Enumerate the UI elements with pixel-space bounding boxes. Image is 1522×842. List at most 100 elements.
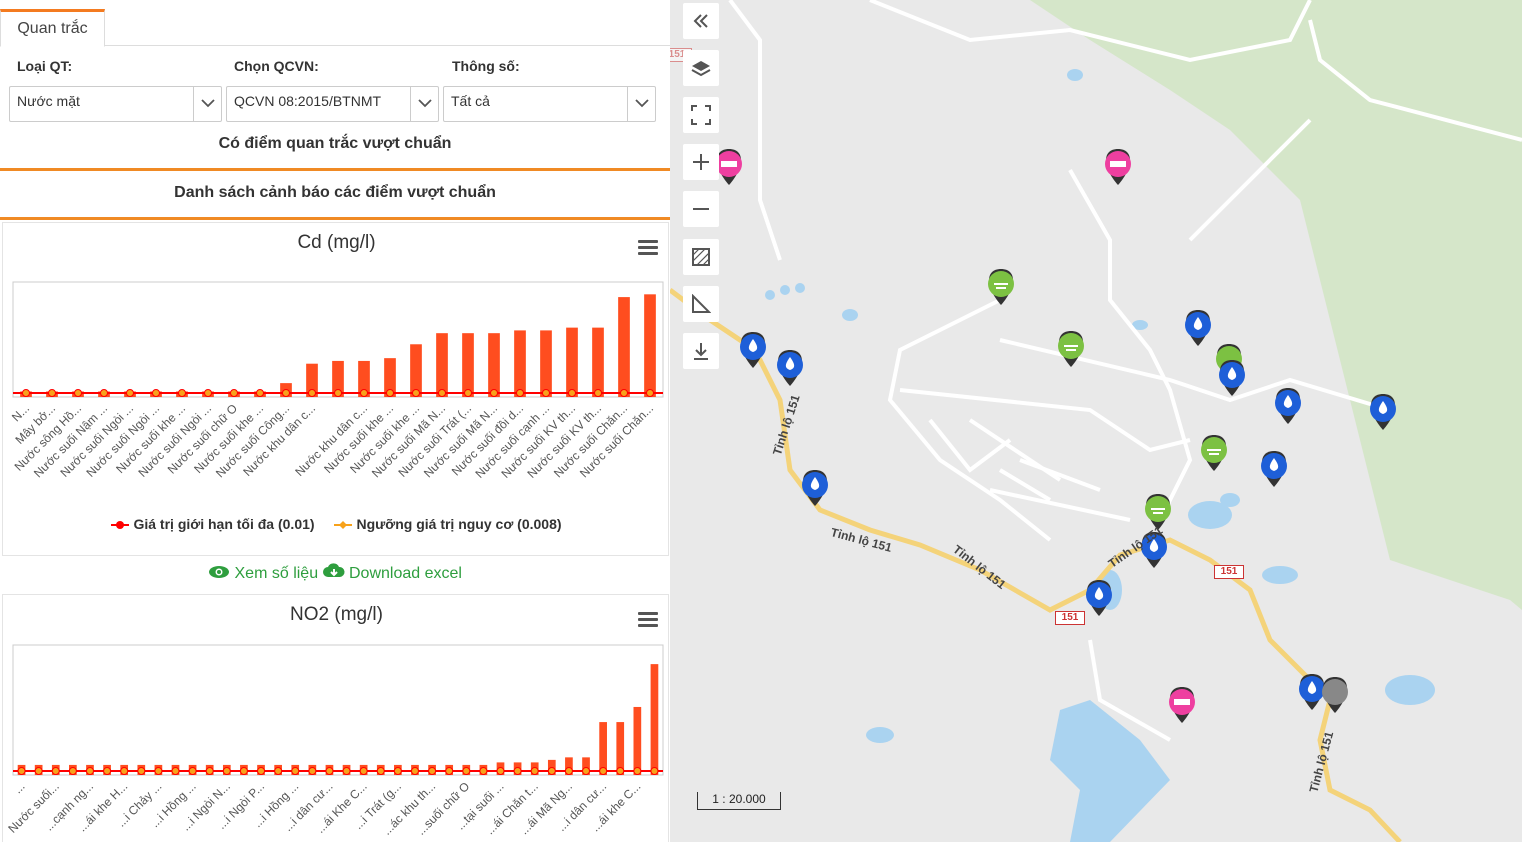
lake — [1262, 566, 1298, 584]
map-scale: 1 : 20.000 — [697, 792, 781, 810]
list-title: Danh sách cảnh báo các điểm vượt chuẩn — [174, 184, 496, 201]
measure-icon — [692, 294, 711, 313]
monitoring-markers[interactable] — [716, 149, 1396, 723]
select-area-button[interactable] — [683, 239, 719, 275]
legend-limit[interactable]: Giá trị giới hạn tối đa (0.01) — [111, 516, 315, 532]
co2-station-icon[interactable] — [716, 149, 742, 185]
limit-point — [22, 389, 30, 397]
limit-point — [204, 389, 212, 397]
chart-legend: Giá trị giới hạn tối đa (0.01) Ngưỡng gi… — [3, 516, 670, 532]
road-shield: 151 — [1055, 611, 1085, 625]
co2-station-icon[interactable] — [1105, 149, 1131, 185]
eye-icon — [209, 566, 230, 578]
tab-bar: Quan trắc — [0, 0, 670, 47]
water-station-icon[interactable] — [1275, 388, 1301, 424]
limit-point — [594, 389, 602, 397]
limit-point — [428, 767, 437, 775]
fullscreen-button[interactable] — [683, 97, 719, 133]
lake — [1220, 493, 1240, 507]
chart-bar — [540, 330, 552, 397]
divider — [0, 168, 670, 171]
lake — [1050, 700, 1170, 842]
legend-risk[interactable]: Ngưỡng giá trị nguy cơ (0.008) — [334, 516, 562, 532]
limit-point — [359, 767, 368, 775]
water-station-icon[interactable] — [1219, 360, 1245, 396]
cd-chart: Cd (mg/l) N... Mây bở... Nước sông Hồ... Nư… — [2, 222, 669, 556]
chart-bar — [633, 706, 642, 775]
chart-bar — [436, 333, 448, 397]
limit-point — [412, 389, 420, 397]
air-station-icon[interactable] — [1058, 331, 1084, 367]
limit-point — [257, 767, 266, 775]
limit-point — [410, 767, 419, 775]
air-station-icon[interactable] — [988, 269, 1014, 305]
water-station-icon[interactable] — [1261, 451, 1287, 487]
loai-qt-select[interactable]: Nước mặt — [9, 86, 222, 122]
thong-so-select[interactable]: Tất cả — [443, 86, 656, 122]
fullscreen-icon — [691, 105, 711, 125]
collapse-button[interactable] — [683, 3, 719, 39]
main-road — [670, 288, 1402, 842]
chevron-down-icon[interactable] — [627, 87, 655, 121]
co2-station-icon[interactable] — [1169, 687, 1195, 723]
qcvn-select[interactable]: QCVN 08:2015/BTNMT — [226, 86, 439, 122]
limit-point — [48, 389, 56, 397]
limit-point — [599, 767, 608, 775]
loai-qt-value: Nước mặt — [17, 93, 80, 109]
chart-bar — [566, 327, 578, 397]
download-map-button[interactable] — [683, 333, 719, 369]
lake — [842, 309, 858, 321]
limit-point — [51, 767, 60, 775]
view-data-link[interactable]: Xem số liệu — [208, 565, 323, 582]
limit-point — [100, 389, 108, 397]
collapse-icon — [693, 14, 708, 28]
limit-point — [137, 767, 146, 775]
limit-point — [85, 767, 94, 775]
road-shield: 151 — [1214, 565, 1244, 579]
limit-point — [308, 389, 316, 397]
limit-point — [464, 389, 472, 397]
loai-qt-label: Loại QT: — [17, 58, 73, 74]
limit-point — [393, 767, 402, 775]
limit-point — [564, 767, 573, 775]
thong-so-label: Thông số: — [452, 58, 520, 74]
limit-point — [445, 767, 454, 775]
limit-point — [530, 767, 539, 775]
air-station-icon[interactable] — [1201, 435, 1227, 471]
limit-point — [620, 389, 628, 397]
limit-point — [152, 389, 160, 397]
limit-point — [490, 389, 498, 397]
limit-point — [178, 389, 186, 397]
limit-point — [342, 767, 351, 775]
limit-point — [205, 767, 214, 775]
chevron-down-icon[interactable] — [193, 87, 221, 121]
water-station-icon[interactable] — [777, 350, 803, 386]
lake — [780, 285, 790, 295]
map-canvas[interactable] — [670, 0, 1522, 842]
limit-point — [386, 389, 394, 397]
legend-risk-marker-icon — [334, 521, 353, 530]
water-station-icon[interactable] — [802, 470, 828, 506]
layers-icon — [691, 61, 711, 77]
limit-point — [126, 389, 134, 397]
limit-point — [479, 767, 488, 775]
water-station-icon[interactable] — [1299, 674, 1325, 710]
zoom-out-button[interactable] — [683, 191, 719, 227]
download-excel-link[interactable]: Download excel — [322, 563, 462, 582]
chart-bar — [650, 664, 659, 775]
limit-point — [582, 767, 591, 775]
tab-quan-trac[interactable]: Quan trắc — [0, 9, 105, 47]
limit-point — [188, 767, 197, 775]
limit-point — [74, 389, 82, 397]
chevron-down-icon[interactable] — [410, 87, 438, 121]
lake — [795, 283, 805, 293]
limit-point — [34, 767, 43, 775]
zoom-in-button[interactable] — [683, 144, 719, 180]
lake — [1067, 69, 1083, 81]
layers-button[interactable] — [683, 50, 719, 86]
measure-button[interactable] — [683, 286, 719, 322]
limit-point — [154, 767, 163, 775]
water-station-icon[interactable] — [1086, 580, 1112, 616]
map-view[interactable]: Tỉnh lộ 151 Tỉnh lộ 151 Tỉnh lộ 151 Tỉnh… — [670, 0, 1522, 842]
water-station-icon[interactable] — [1185, 310, 1211, 346]
